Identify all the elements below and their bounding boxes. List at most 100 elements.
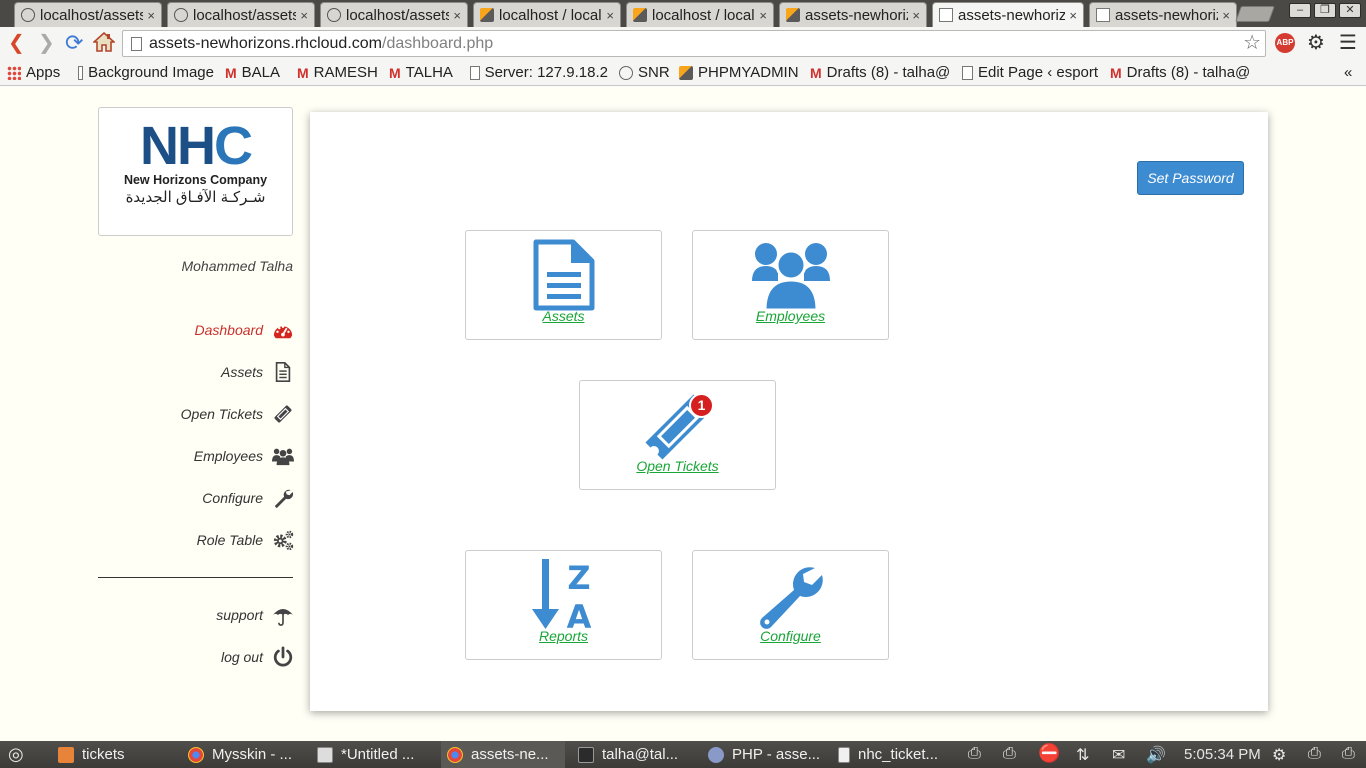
- sidebar-item-assets[interactable]: Assets: [98, 358, 295, 386]
- tile-open-tickets[interactable]: 1 Open Tickets: [579, 380, 776, 490]
- settings-gear-icon[interactable]: ⚙: [1272, 745, 1286, 765]
- taskbar-item[interactable]: *Untitled ...: [311, 741, 433, 768]
- page-icon: [78, 66, 84, 80]
- volume-icon[interactable]: 🔊: [1146, 745, 1166, 765]
- wrench-icon: [271, 486, 295, 510]
- bookmark-item[interactable]: SNR: [619, 63, 671, 83]
- restore-button[interactable]: ❐: [1314, 3, 1336, 18]
- taskbar-item[interactable]: PHP - asse...: [702, 741, 824, 768]
- tile-label[interactable]: Open Tickets: [580, 458, 775, 474]
- sidebar-item-configure[interactable]: Configure: [98, 484, 295, 512]
- set-password-button[interactable]: Set Password: [1137, 161, 1244, 195]
- taskbar-item[interactable]: talha@tal...: [572, 741, 694, 768]
- page-icon: [939, 8, 953, 22]
- tile-assets[interactable]: Assets: [465, 230, 662, 340]
- tab-title: assets-newhorizons: [958, 6, 1066, 24]
- adblock-icon[interactable]: ABP: [1275, 33, 1295, 53]
- browser-tab[interactable]: localhost/assets ×: [320, 2, 468, 27]
- page-content: NHC New Horizons Company شـركـة الآفـاق …: [0, 87, 1366, 741]
- bookmark-label: Apps: [26, 64, 61, 81]
- browser-tab[interactable]: localhost/assets ×: [167, 2, 315, 27]
- sidebar-item-role-table[interactable]: Role Table: [98, 526, 295, 554]
- taskbar-item[interactable]: tickets: [52, 741, 174, 768]
- bookmark-label: TALHA: [405, 64, 453, 81]
- close-icon[interactable]: ×: [453, 8, 461, 23]
- bookmark-item[interactable]: PHPMYADMIN: [679, 63, 803, 83]
- sidebar-item-employees[interactable]: Employees: [98, 442, 295, 470]
- bookmark-item[interactable]: M Drafts (8) - talha@: [810, 63, 951, 83]
- company-logo[interactable]: NHC New Horizons Company شـركـة الآفـاق …: [98, 107, 293, 236]
- address-bar[interactable]: assets-newhorizons.rhcloud.com/dashboard…: [122, 30, 1266, 57]
- tile-employees[interactable]: Employees: [692, 230, 889, 340]
- bookmark-star-icon[interactable]: ☆: [1243, 31, 1261, 56]
- users-icon: [271, 444, 295, 468]
- clock[interactable]: 5:05:34 PM: [1184, 746, 1261, 763]
- close-icon[interactable]: ×: [1069, 8, 1077, 23]
- tile-reports[interactable]: ZA Reports: [465, 550, 662, 660]
- wrench-icon: [693, 551, 888, 631]
- back-button[interactable]: ❮: [8, 32, 25, 54]
- close-icon[interactable]: ×: [606, 8, 614, 23]
- dashboard-panel: Set Password Assets Employees 1 Open Tic…: [310, 112, 1268, 711]
- phpmyadmin-icon: [679, 66, 693, 80]
- phpmyadmin-icon: [480, 8, 494, 22]
- network-icon[interactable]: ⇅: [1076, 745, 1089, 765]
- sidebar-item-label: Open Tickets: [180, 406, 263, 422]
- user-name: Mohammed Talha: [181, 258, 293, 274]
- tile-label[interactable]: Employees: [693, 308, 888, 324]
- no-entry-icon[interactable]: ⛔: [1038, 743, 1060, 764]
- settings-gear-icon[interactable]: ⚙: [1307, 32, 1325, 54]
- bookmarks-overflow-button[interactable]: «: [1344, 63, 1358, 83]
- close-icon[interactable]: ×: [300, 8, 308, 23]
- printer-icon[interactable]: ⎙: [1342, 745, 1355, 763]
- sidebar-item-open-tickets[interactable]: Open Tickets: [98, 400, 295, 428]
- bookmark-item[interactable]: M TALHA: [389, 63, 459, 83]
- taskbar-label: nhc_ticket...: [858, 746, 939, 763]
- printer-icon[interactable]: ⎙: [1003, 745, 1016, 763]
- browser-tab[interactable]: localhost / localhost ×: [626, 2, 774, 27]
- sidebar-item-dashboard[interactable]: Dashboard: [98, 316, 295, 344]
- ubuntu-logo-icon[interactable]: ◎: [8, 744, 24, 765]
- close-window-button[interactable]: ✕: [1339, 3, 1361, 18]
- globe-icon: [327, 8, 341, 22]
- browser-tab[interactable]: localhost / localhost ×: [473, 2, 621, 27]
- home-icon[interactable]: [91, 31, 117, 57]
- new-tab-button[interactable]: [1235, 6, 1275, 22]
- close-icon[interactable]: ×: [759, 8, 767, 23]
- printer-icon[interactable]: ⎙: [1308, 745, 1321, 763]
- minimize-button[interactable]: –: [1289, 3, 1311, 18]
- bookmark-item[interactable]: Background Image: [78, 63, 214, 83]
- bookmark-label: Background Image: [88, 64, 214, 81]
- bookmark-item[interactable]: Edit Page ‹ esport: [962, 63, 1102, 83]
- tile-label[interactable]: Configure: [693, 628, 888, 644]
- tile-configure[interactable]: Configure: [692, 550, 889, 660]
- sidebar-item-support[interactable]: support: [98, 601, 295, 629]
- forward-button[interactable]: ❯: [38, 32, 55, 54]
- sidebar-item-log-out[interactable]: log out: [98, 643, 295, 671]
- browser-tab-active[interactable]: assets-newhorizons ×: [932, 2, 1084, 27]
- bookmark-label: PHPMYADMIN: [698, 64, 799, 81]
- tile-label[interactable]: Reports: [466, 628, 661, 644]
- bookmark-item[interactable]: M Drafts (8) - talha@: [1110, 63, 1251, 83]
- bookmark-item[interactable]: M BALA: [225, 63, 287, 83]
- close-icon[interactable]: ×: [147, 8, 155, 23]
- reload-icon[interactable]: ⟳: [65, 32, 83, 54]
- taskbar-item[interactable]: Mysskin - ...: [182, 741, 304, 768]
- bookmark-item[interactable]: M RAMESH: [297, 63, 379, 83]
- bookmark-apps[interactable]: Apps: [7, 63, 77, 83]
- browser-tab[interactable]: assets-newhorizons ×: [1089, 2, 1237, 27]
- browser-tab[interactable]: assets-newhorizons ×: [779, 2, 927, 27]
- menu-icon[interactable]: ☰: [1339, 32, 1357, 54]
- ticket-count-badge: 1: [689, 393, 714, 418]
- printer-icon[interactable]: ⎙: [968, 745, 981, 763]
- taskbar-item[interactable]: nhc_ticket...: [832, 741, 954, 768]
- browser-tab[interactable]: localhost/assets ×: [14, 2, 162, 27]
- apps-icon: [7, 66, 21, 80]
- taskbar-item-active[interactable]: assets-ne...: [441, 741, 565, 768]
- tile-label[interactable]: Assets: [466, 308, 661, 324]
- mail-icon[interactable]: ✉: [1112, 745, 1125, 765]
- bookmark-item[interactable]: Server: 127.9.18.2: [470, 63, 608, 83]
- close-icon[interactable]: ×: [912, 8, 920, 23]
- desktop-taskbar: ◎ tickets Mysskin - ... *Untitled ... as…: [0, 741, 1366, 768]
- close-icon[interactable]: ×: [1222, 8, 1230, 23]
